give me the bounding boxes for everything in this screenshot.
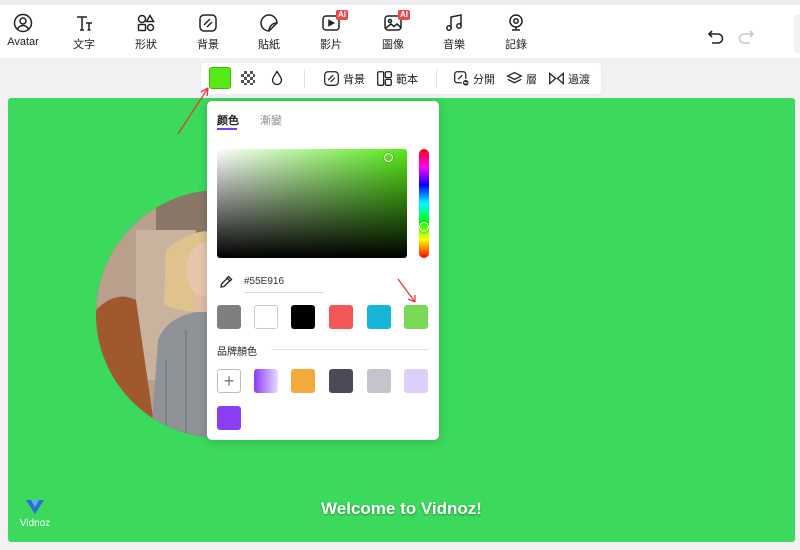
toolbar-divider [436,69,437,88]
preset-swatch[interactable] [217,305,241,329]
split-button-label: 分開 [473,73,495,86]
transition-button[interactable]: 過渡 [548,69,590,88]
caption-text[interactable]: Welcome to Vidnoz! [8,499,795,519]
eyedropper-icon[interactable] [219,275,233,289]
tab-color[interactable]: 颜色 [217,112,239,128]
split-button[interactable]: 分開 [453,69,495,88]
preset-swatch[interactable] [329,305,353,329]
background-icon [199,14,217,32]
panel-edge [794,15,800,53]
saturation-handle[interactable] [384,153,393,162]
template-button-label: 範本 [396,73,418,86]
tool-music-label: 音樂 [443,39,465,51]
background-button-label: 背景 [343,73,365,86]
transparency-icon[interactable] [241,71,255,85]
element-toolbar: 背景 範本 分開 層 過渡 [201,63,601,94]
tool-background-label: 背景 [197,39,219,51]
brand-colors-label: 品牌顏色 [217,347,257,358]
tool-image[interactable]: AI 圖像 [367,10,419,57]
transition-icon [549,72,564,85]
template-button[interactable]: 範本 [376,69,418,88]
template-icon [377,71,392,86]
main-toolbar: Avatar 文字 形狀 背景 貼紙 AI 影片 AI 圖像 音樂 記錄 [0,0,800,58]
hue-handle[interactable] [419,222,429,232]
tool-sticker[interactable]: 貼紙 [243,13,295,57]
annotation-arrow [397,278,416,303]
tool-video-label: 影片 [320,39,342,51]
tool-avatar-label: Avatar [7,36,39,48]
tool-background[interactable]: 背景 [182,13,234,57]
vidnoz-logo-icon [26,500,44,514]
brand-swatch[interactable] [217,406,241,430]
music-icon [446,14,462,31]
saturation-value-area[interactable] [217,149,407,258]
sticker-icon [260,14,278,32]
tool-image-label: 圖像 [382,39,404,51]
vidnoz-watermark: Vidnoz [16,498,54,529]
background-button[interactable]: 背景 [323,69,365,88]
layer-button[interactable]: 層 [506,69,537,88]
watermark-text: Vidnoz [19,518,51,529]
background-icon [324,71,339,86]
tool-shapes-label: 形狀 [135,39,157,51]
tool-video[interactable]: AI 影片 [305,10,357,57]
hue-slider[interactable] [419,149,429,258]
color-picker-popover: 颜色 漸變 品牌顏色 + [207,101,439,440]
brand-divider [271,349,429,350]
opacity-drop-icon[interactable] [269,70,285,86]
hex-color-input[interactable] [244,273,324,293]
tool-text-label: 文字 [73,39,95,51]
annotation-arrow [177,87,209,135]
plus-icon: + [223,371,235,391]
tool-record-label: 記錄 [505,39,527,51]
tool-music[interactable]: 音樂 [428,13,480,57]
text-icon [77,16,92,31]
transition-button-label: 過渡 [568,73,590,86]
tool-shapes[interactable]: 形狀 [120,13,172,57]
shapes-icon [137,14,155,32]
active-tab-indicator [217,128,237,130]
tool-record[interactable]: 記錄 [490,13,542,57]
tool-avatar[interactable]: Avatar [0,13,49,57]
undo-icon[interactable] [706,27,726,47]
ai-badge: AI [336,10,348,20]
layers-icon [506,71,523,84]
brand-swatch[interactable] [404,369,428,393]
record-icon [509,14,523,31]
preset-swatch[interactable] [291,305,315,329]
brand-swatch[interactable] [291,369,315,393]
tool-sticker-label: 貼紙 [258,39,280,51]
ai-badge: AI [398,10,410,20]
add-brand-color-button[interactable]: + [217,369,241,393]
toolbar-divider [304,69,305,88]
avatar-icon [13,13,33,33]
brand-swatch[interactable] [329,369,353,393]
layer-button-label: 層 [526,73,537,86]
tab-gradient[interactable]: 漸變 [260,112,282,128]
redo-icon[interactable] [736,27,756,47]
split-icon [454,71,470,87]
tool-text[interactable]: 文字 [58,13,110,57]
preset-swatch[interactable] [254,305,278,329]
preset-swatch[interactable] [404,305,428,329]
preset-swatch[interactable] [367,305,391,329]
brand-swatch[interactable] [367,369,391,393]
brand-swatch[interactable] [254,369,278,393]
